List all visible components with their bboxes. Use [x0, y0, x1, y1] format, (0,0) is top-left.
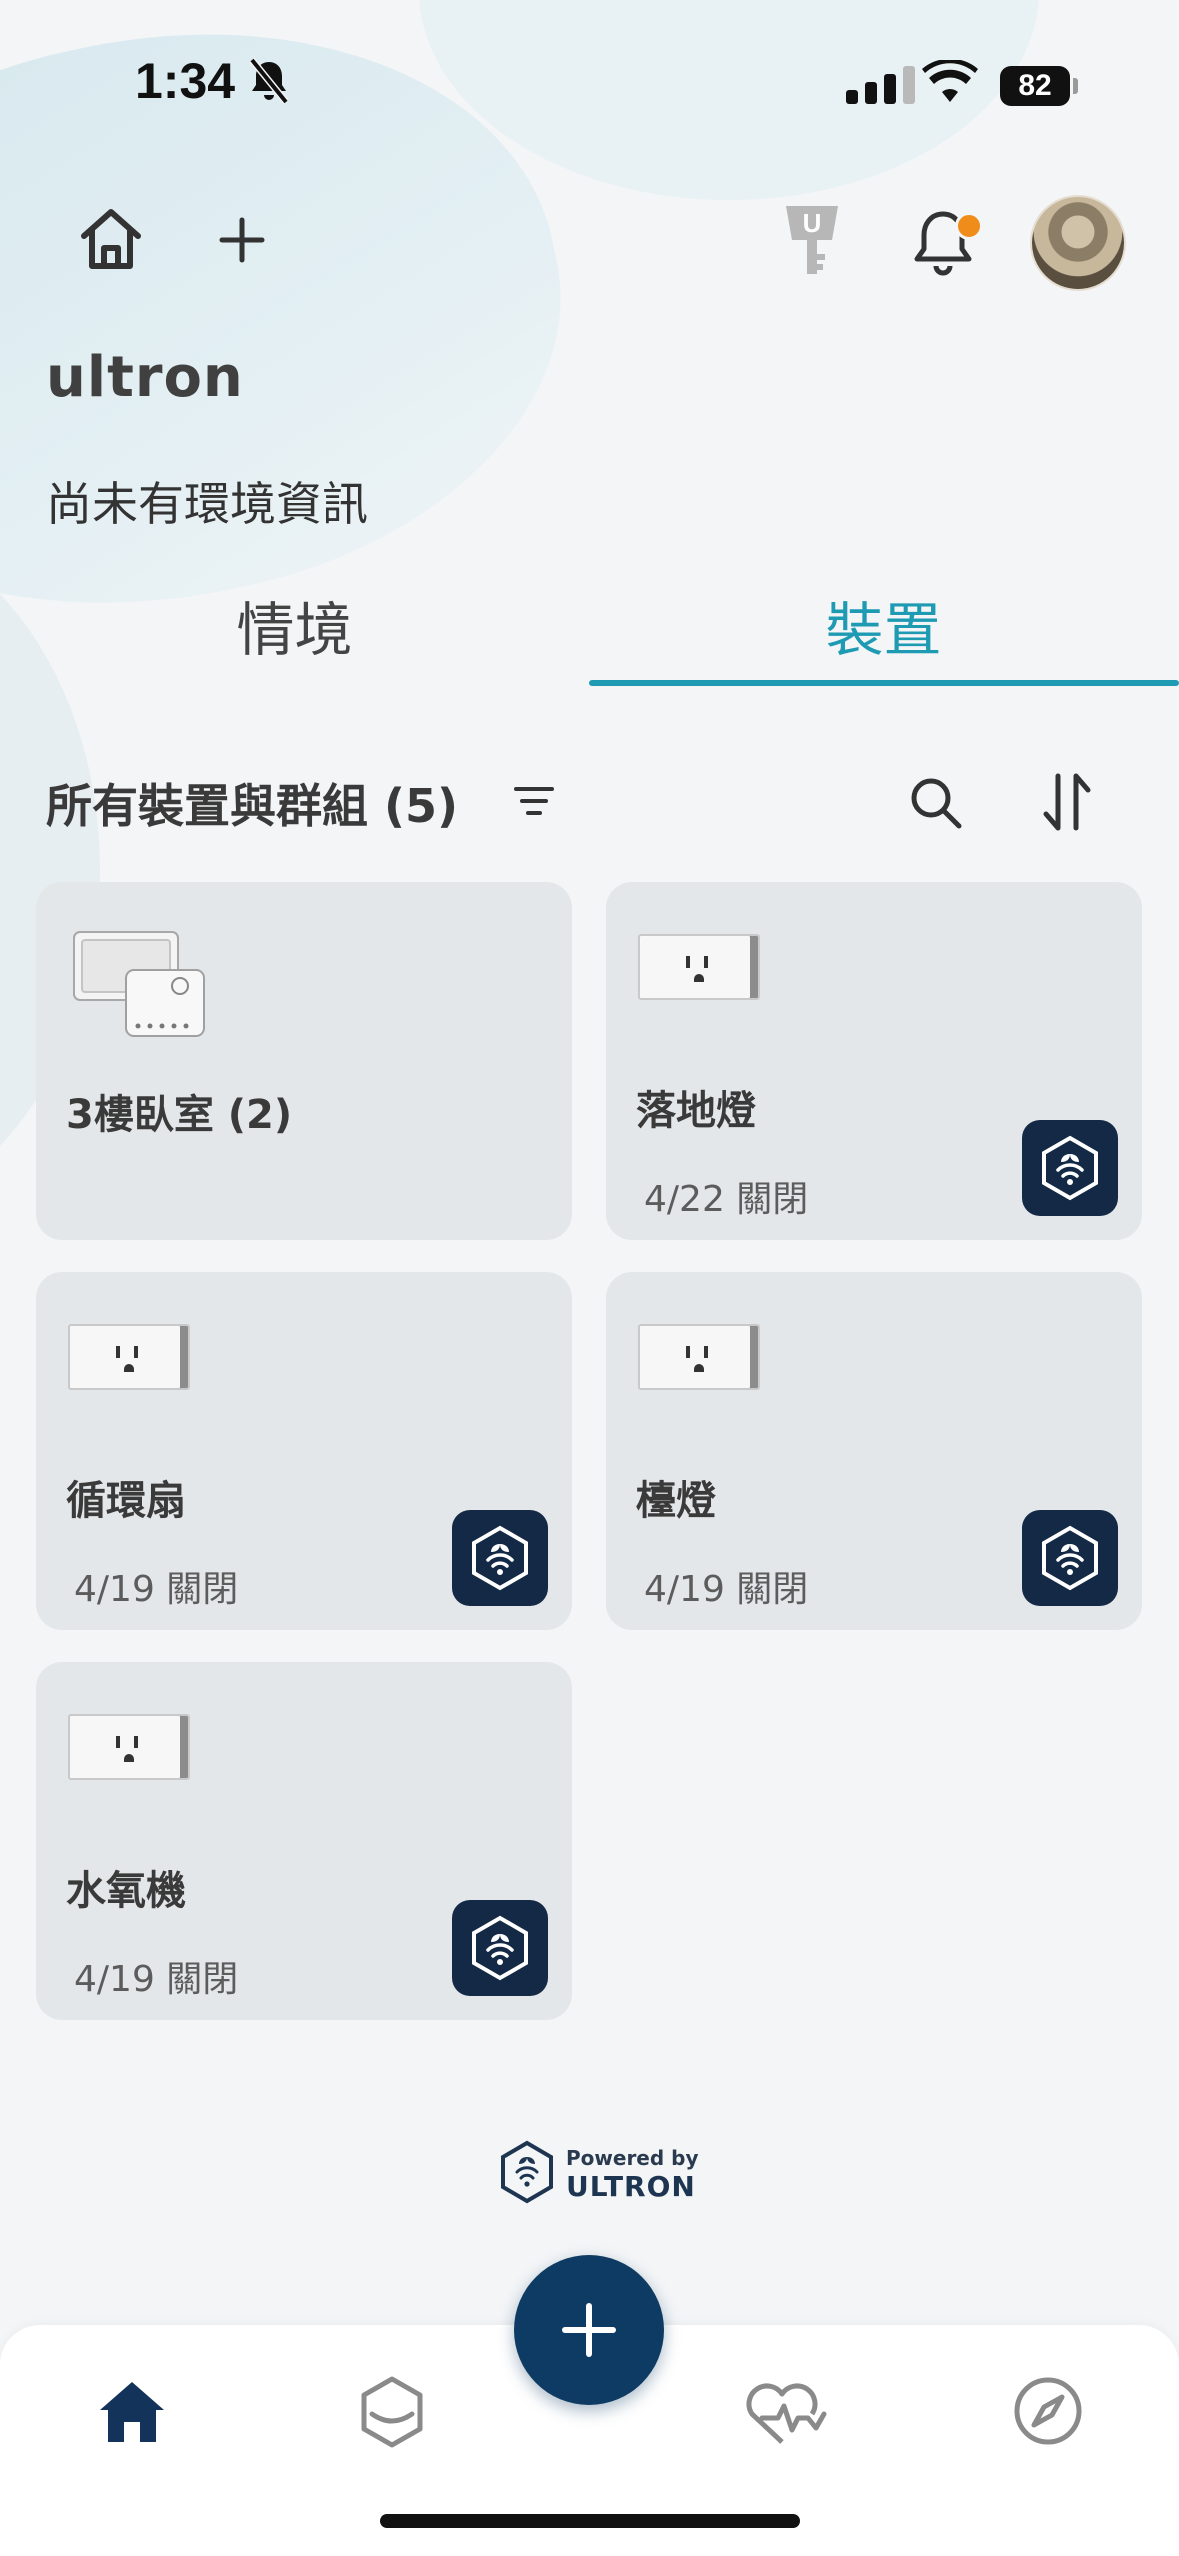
battery-indicator: 82: [1000, 66, 1070, 106]
device-name: 3樓臥室 (2): [66, 1092, 293, 1138]
device-name: 水氧機: [66, 1868, 186, 1914]
device-status: 4/19 關閉: [74, 1959, 239, 2000]
plus-icon: [562, 2303, 616, 2357]
device-name: 檯燈: [636, 1478, 716, 1524]
ultron-badge-icon: [452, 1900, 548, 1996]
ultron-badge-icon: [1022, 1120, 1118, 1216]
home-icon[interactable]: [96, 2376, 168, 2446]
device-group-icon: [73, 931, 205, 1037]
active-tab-indicator: [589, 680, 1179, 686]
device-name: 落地燈: [636, 1088, 756, 1134]
compass-icon[interactable]: [1012, 2375, 1084, 2447]
status-time: 1:34: [135, 53, 236, 109]
device-status: 4/22 關閉: [644, 1179, 809, 1220]
avatar[interactable]: [1030, 195, 1126, 291]
powered-by-brand: ULTRON: [566, 2170, 696, 2203]
silent-bell-icon: [249, 58, 289, 104]
devices-section-title: 所有裝置與群組 (5): [46, 779, 459, 833]
home-name: ultron: [46, 345, 244, 410]
status-bar: 1:34 82: [0, 0, 1179, 170]
ultron-badge-icon: [452, 1510, 548, 1606]
ultron-logo-icon: [501, 2140, 553, 2204]
wifi-icon: [922, 60, 978, 102]
device-card[interactable]: 水氧機 4/19 關閉: [36, 1662, 572, 2020]
tab-devices[interactable]: 裝置: [589, 580, 1178, 680]
tab-scenes[interactable]: 情境: [0, 580, 589, 680]
notification-dot: [955, 212, 983, 240]
device-status: 4/19 關閉: [74, 1569, 239, 1610]
add-button[interactable]: [514, 2255, 664, 2405]
device-card-group[interactable]: 3樓臥室 (2): [36, 882, 572, 1240]
smart-plug-icon: [68, 1324, 190, 1390]
home-indicator: [380, 2514, 800, 2528]
smart-plug-icon: [638, 934, 760, 1000]
ultron-badge-icon: [1022, 1510, 1118, 1606]
powered-by-label: Powered by: [566, 2146, 699, 2170]
home-icon[interactable]: [76, 204, 146, 274]
device-status: 4/19 關閉: [644, 1569, 809, 1610]
smart-plug-icon: [638, 1324, 760, 1390]
search-icon[interactable]: [907, 774, 965, 832]
device-name: 循環扇: [66, 1478, 186, 1524]
device-card[interactable]: 檯燈 4/19 關閉: [606, 1272, 1142, 1630]
hexagon-icon[interactable]: [356, 2374, 428, 2450]
plus-icon[interactable]: [218, 216, 266, 264]
tab-bar: 情境 裝置: [0, 580, 1179, 688]
heart-pulse-icon[interactable]: [742, 2378, 832, 2448]
filter-icon[interactable]: [514, 785, 554, 817]
environment-info: 尚未有環境資訊: [46, 477, 368, 531]
battery-cap: [1073, 78, 1078, 94]
smart-plug-icon: [68, 1714, 190, 1780]
cellular-signal-icon: [846, 66, 915, 104]
device-card[interactable]: 循環扇 4/19 關閉: [36, 1272, 572, 1630]
sort-icon[interactable]: [1040, 772, 1096, 832]
key-badge-icon[interactable]: U: [780, 200, 844, 280]
device-card[interactable]: 落地燈 4/22 關閉: [606, 882, 1142, 1240]
svg-text:U: U: [803, 208, 822, 238]
